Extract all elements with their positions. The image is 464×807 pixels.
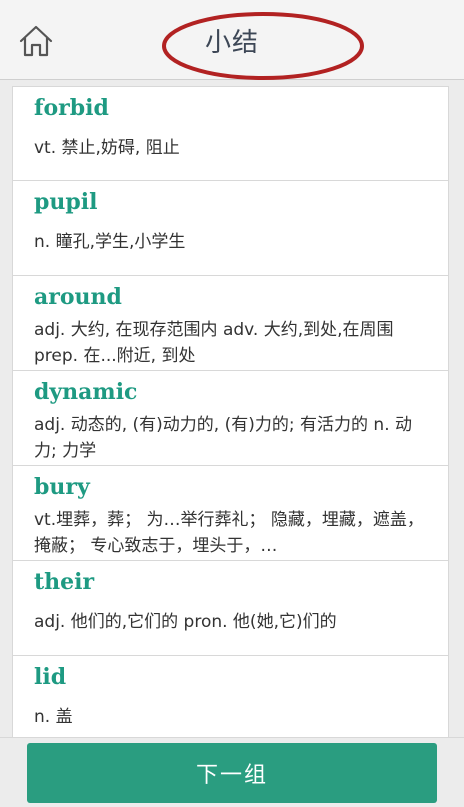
word-title: dynamic [34, 379, 138, 405]
word-definition: vt. 禁止,妨碍, 阻止 [34, 138, 180, 158]
word-list: forbid vt. 禁止,妨碍, 阻止 pupil n. 瞳孔,学生,小学生 … [12, 86, 449, 737]
list-item[interactable]: around adj. 大约, 在现存范围内 adv. 大约,到处,在周围 pr… [12, 275, 449, 371]
word-definition: adj. 大约, 在现存范围内 adv. 大约,到处,在周围 prep. 在..… [34, 320, 394, 366]
word-definition: vt.埋葬，葬； 为…举行葬礼； 隐藏，埋藏，遮盖，掩蔽； 专心致志于，埋头于，… [34, 510, 424, 556]
list-item[interactable]: lid n. 盖 [12, 655, 449, 737]
word-definition: adj. 动态的, (有)动力的, (有)力的; 有活力的 n. 动力; 力学 [34, 415, 413, 461]
next-group-button[interactable]: 下一组 [27, 743, 437, 803]
header-bar: 小结 [0, 0, 464, 80]
word-title: their [34, 569, 95, 595]
footer-bar: 下一组 [0, 737, 464, 807]
page-title: 小结 [204, 28, 259, 58]
list-item[interactable]: pupil n. 瞳孔,学生,小学生 [12, 180, 449, 276]
list-item[interactable]: bury vt.埋葬，葬； 为…举行葬礼； 隐藏，埋藏，遮盖，掩蔽； 专心致志于… [12, 465, 449, 561]
list-item[interactable]: forbid vt. 禁止,妨碍, 阻止 [12, 86, 449, 181]
word-title: around [34, 284, 122, 310]
word-definition: adj. 他们的,它们的 pron. 他(她,它)们的 [34, 612, 337, 632]
word-title: pupil [34, 189, 98, 215]
list-item[interactable]: their adj. 他们的,它们的 pron. 他(她,它)们的 [12, 560, 449, 656]
list-item[interactable]: dynamic adj. 动态的, (有)动力的, (有)力的; 有活力的 n.… [12, 370, 449, 466]
word-title: bury [34, 474, 90, 500]
word-title: forbid [34, 95, 109, 121]
word-definition: n. 瞳孔,学生,小学生 [34, 232, 186, 252]
word-definition: n. 盖 [34, 707, 73, 727]
word-title: lid [34, 664, 67, 690]
